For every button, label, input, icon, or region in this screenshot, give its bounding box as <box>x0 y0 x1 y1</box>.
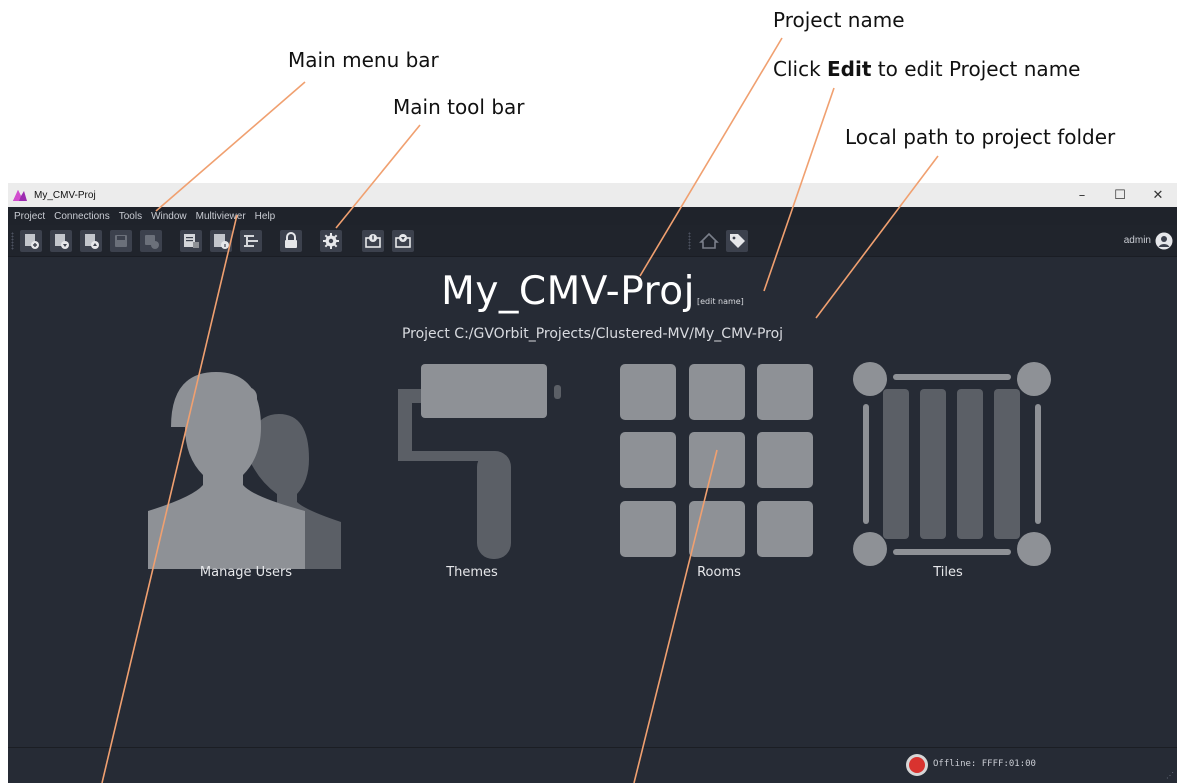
connection-status-text: Offline: FFFF:01:00 <box>933 759 1036 769</box>
toolbar-grip[interactable] <box>11 232 14 250</box>
save-as-icon[interactable] <box>140 230 162 252</box>
menu-help[interactable]: Help <box>255 211 276 222</box>
save-icon[interactable] <box>110 230 132 252</box>
tiles-label: Tiles <box>933 565 963 580</box>
menu-multiviewer[interactable]: Multiviewer <box>196 211 246 222</box>
callout-main-menu-bar: Main menu bar <box>288 48 439 72</box>
callout-main-tool-bar: Main tool bar <box>393 95 525 119</box>
edit-name-link[interactable]: [edit name] <box>697 297 744 306</box>
connection-status-icon <box>906 754 928 776</box>
open-project-icon[interactable] <box>50 230 72 252</box>
minimize-button[interactable]: – <box>1063 183 1101 207</box>
project-name: My_CMV-Proj <box>441 269 695 314</box>
lock-icon[interactable] <box>280 230 302 252</box>
themes-label: Themes <box>446 565 498 580</box>
project-name-heading: My_CMV-Proj [edit name] <box>8 269 1177 314</box>
close-button[interactable]: ✕ <box>1139 183 1177 207</box>
hierarchy-icon[interactable] <box>240 230 262 252</box>
menu-project[interactable]: Project <box>14 211 45 222</box>
manage-users-icon <box>148 372 341 569</box>
rooms-grid-icon <box>620 364 813 557</box>
tiles-layout-icon <box>853 362 1051 566</box>
callout-click-prefix: Click <box>773 57 821 81</box>
upload-project-icon[interactable] <box>80 230 102 252</box>
project-report-icon[interactable] <box>180 230 202 252</box>
window-controls: – ☐ ✕ <box>1063 183 1177 207</box>
menu-window[interactable]: Window <box>151 211 187 222</box>
status-bar: Offline: FFFF:01:00 ⋰ <box>8 747 1177 783</box>
callout-click-suffix: to edit Project name <box>877 57 1081 81</box>
rooms-tile[interactable]: Rooms <box>604 359 834 589</box>
deploy-icon[interactable] <box>362 230 384 252</box>
app-logo-icon <box>13 190 27 201</box>
callout-click-bold: Edit <box>827 57 872 81</box>
paint-roller-icon <box>398 364 561 559</box>
manage-users-tile[interactable]: Manage Users <box>131 359 361 589</box>
user-account-icon[interactable] <box>1155 232 1173 250</box>
rooms-label: Rooms <box>697 565 741 580</box>
main-menu-bar: Project Connections Tools Window Multivi… <box>8 207 1177 225</box>
title-bar: My_CMV-Proj – ☐ ✕ <box>8 183 1177 207</box>
maximize-button[interactable]: ☐ <box>1101 183 1139 207</box>
themes-tile[interactable]: Themes <box>357 359 587 589</box>
new-project-icon[interactable] <box>20 230 42 252</box>
callout-project-name: Project name <box>773 8 905 32</box>
tiles-tile[interactable]: Tiles <box>833 359 1063 589</box>
menu-tools[interactable]: Tools <box>119 211 142 222</box>
callout-click-edit: Click Edit to edit Project name <box>773 57 1080 81</box>
window-title: My_CMV-Proj <box>34 189 96 201</box>
resize-grip-icon[interactable]: ⋰ <box>1166 771 1174 780</box>
user-name: admin <box>1123 235 1151 246</box>
tag-icon[interactable] <box>726 230 748 252</box>
toolbar-grip-right[interactable] <box>688 232 691 250</box>
menu-connections[interactable]: Connections <box>54 211 110 222</box>
main-tool-bar: admin <box>8 225 1177 257</box>
settings-gear-icon[interactable] <box>320 230 342 252</box>
retrieve-icon[interactable] <box>392 230 414 252</box>
manage-users-label: Manage Users <box>199 565 293 580</box>
project-path: Project C:/GVOrbit_Projects/Clustered-MV… <box>401 326 784 342</box>
callout-local-path: Local path to project folder <box>845 125 1116 149</box>
project-info-icon[interactable] <box>210 230 232 252</box>
home-icon[interactable] <box>698 230 720 252</box>
app-window: My_CMV-Proj – ☐ ✕ Project Connections To… <box>8 183 1177 783</box>
